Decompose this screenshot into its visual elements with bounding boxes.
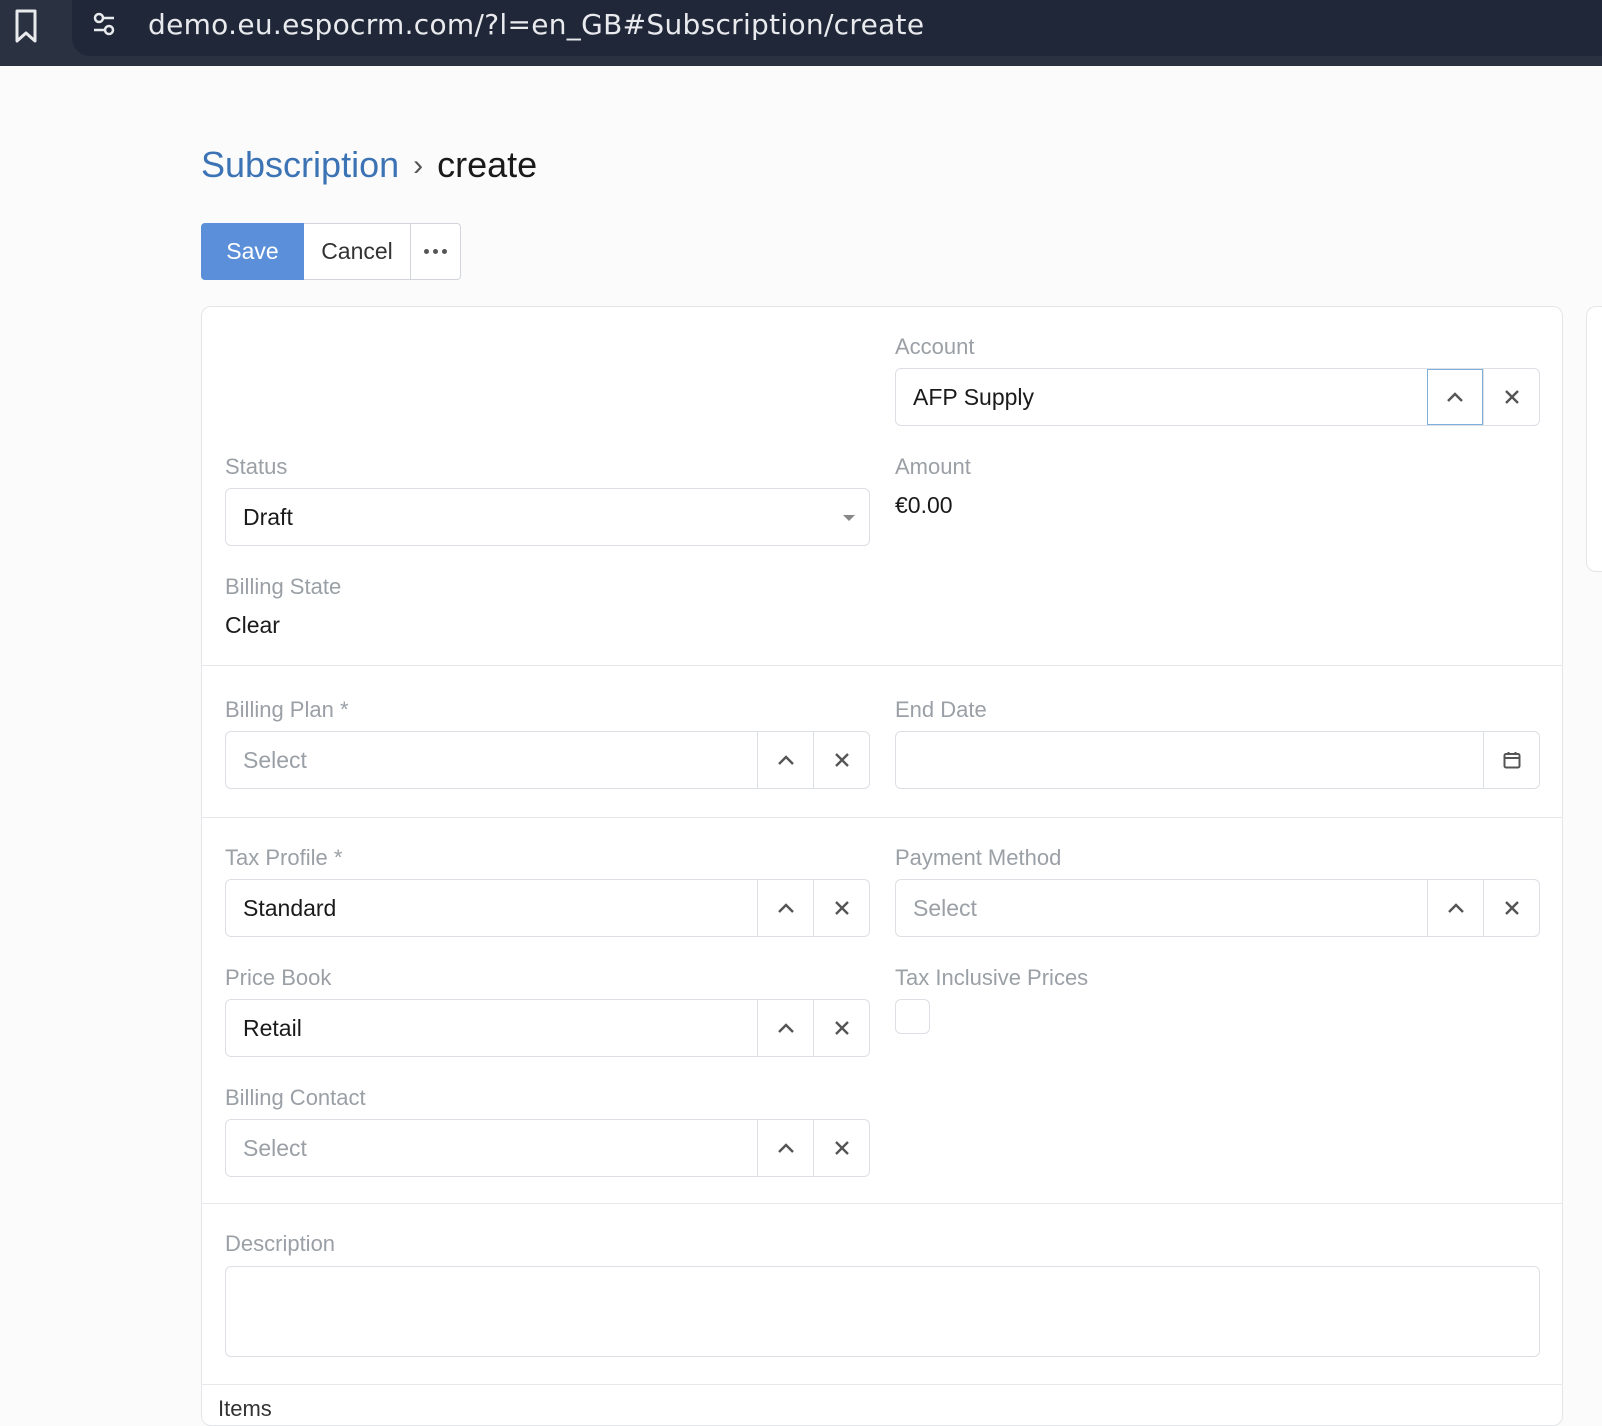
chevron-up-icon — [777, 755, 794, 765]
address-bar[interactable]: demo.eu.espocrm.com/?l=en_GB#Subscriptio… — [72, 0, 1602, 56]
amount-value: €0.00 — [895, 492, 953, 518]
status-label: Status — [225, 454, 288, 479]
close-icon — [1504, 390, 1519, 404]
save-button[interactable]: Save — [201, 223, 304, 280]
description-label: Description — [225, 1231, 336, 1256]
chevron-up-icon — [777, 1143, 794, 1153]
payment-method-field: Select — [895, 879, 1540, 937]
more-actions-button[interactable] — [411, 223, 461, 280]
payment-method-clear-button[interactable] — [1483, 880, 1539, 936]
close-icon — [834, 901, 849, 915]
tax-profile-input[interactable]: Standard — [226, 880, 757, 936]
items-section-label: Items — [218, 1396, 272, 1421]
browser-toolbar: demo.eu.espocrm.com/?l=en_GB#Subscriptio… — [0, 0, 1602, 66]
close-icon — [834, 1141, 849, 1155]
bookmark-icon[interactable] — [12, 8, 40, 44]
calendar-icon — [1503, 752, 1520, 769]
end-date-input[interactable] — [896, 732, 1483, 788]
billing-contact-label: Billing Contact — [225, 1085, 366, 1110]
caret-down-icon — [843, 515, 855, 521]
tax-inclusive-prices-label: Tax Inclusive Prices — [895, 965, 1089, 990]
billing-plan-input[interactable]: Select — [226, 732, 757, 788]
ellipsis-icon — [424, 249, 447, 254]
tax-inclusive-prices-checkbox[interactable] — [895, 999, 930, 1034]
breadcrumb-separator: › — [413, 149, 424, 182]
price-book-select-button[interactable] — [757, 1000, 813, 1056]
record-panel — [201, 306, 1563, 1426]
url-text[interactable]: demo.eu.espocrm.com/?l=en_GB#Subscriptio… — [148, 8, 924, 41]
price-book-label: Price Book — [225, 965, 332, 990]
billing-plan-clear-button[interactable] — [813, 732, 869, 788]
billing-contact-clear-button[interactable] — [813, 1120, 869, 1176]
status-select[interactable]: Draft — [225, 488, 870, 546]
price-book-input[interactable]: Retail — [226, 1000, 757, 1056]
account-select-button[interactable] — [1427, 369, 1483, 425]
status-value: Draft — [243, 503, 293, 530]
account-clear-button[interactable] — [1483, 369, 1539, 425]
end-date-label: End Date — [895, 697, 987, 722]
billing-contact-field: Select — [225, 1119, 870, 1177]
billing-state-value: Clear — [225, 612, 280, 638]
cancel-button[interactable]: Cancel — [304, 223, 411, 280]
billing-plan-select-button[interactable] — [757, 732, 813, 788]
account-field: AFP Supply — [895, 368, 1540, 426]
breadcrumb-entity-link[interactable]: Subscription — [201, 144, 399, 185]
close-icon — [834, 753, 849, 767]
tune-icon[interactable] — [90, 10, 118, 38]
chevron-up-icon — [777, 1023, 794, 1033]
section-divider — [201, 1203, 1563, 1204]
amount-label: Amount — [895, 454, 971, 479]
tax-profile-clear-button[interactable] — [813, 880, 869, 936]
billing-contact-select-button[interactable] — [757, 1120, 813, 1176]
end-date-field — [895, 731, 1540, 789]
close-icon — [834, 1021, 849, 1035]
payment-method-label: Payment Method — [895, 845, 1062, 870]
page-title: create — [437, 144, 538, 185]
payment-method-input[interactable]: Select — [896, 880, 1427, 936]
side-panel-edge — [1586, 306, 1602, 572]
billing-plan-field: Select — [225, 731, 870, 789]
chevron-up-icon — [777, 903, 794, 913]
account-label: Account — [895, 334, 975, 359]
end-date-calendar-button[interactable] — [1483, 732, 1539, 788]
chevron-up-icon — [1447, 392, 1463, 402]
tax-profile-select-button[interactable] — [757, 880, 813, 936]
section-divider — [201, 1384, 1563, 1385]
section-divider — [201, 817, 1563, 818]
tax-profile-field: Standard — [225, 879, 870, 937]
action-buttons: Save Cancel — [201, 223, 461, 280]
price-book-clear-button[interactable] — [813, 1000, 869, 1056]
description-textarea[interactable] — [225, 1266, 1540, 1357]
billing-state-label: Billing State — [225, 574, 342, 599]
section-divider — [201, 665, 1563, 666]
payment-method-select-button[interactable] — [1427, 880, 1483, 936]
close-icon — [1504, 901, 1519, 915]
billing-contact-input[interactable]: Select — [226, 1120, 757, 1176]
billing-plan-label: Billing Plan * — [225, 697, 349, 722]
price-book-field: Retail — [225, 999, 870, 1057]
account-input[interactable]: AFP Supply — [896, 369, 1427, 425]
tax-profile-label: Tax Profile * — [225, 845, 343, 870]
breadcrumb: Subscription › create — [201, 144, 537, 186]
chevron-up-icon — [1447, 903, 1464, 913]
